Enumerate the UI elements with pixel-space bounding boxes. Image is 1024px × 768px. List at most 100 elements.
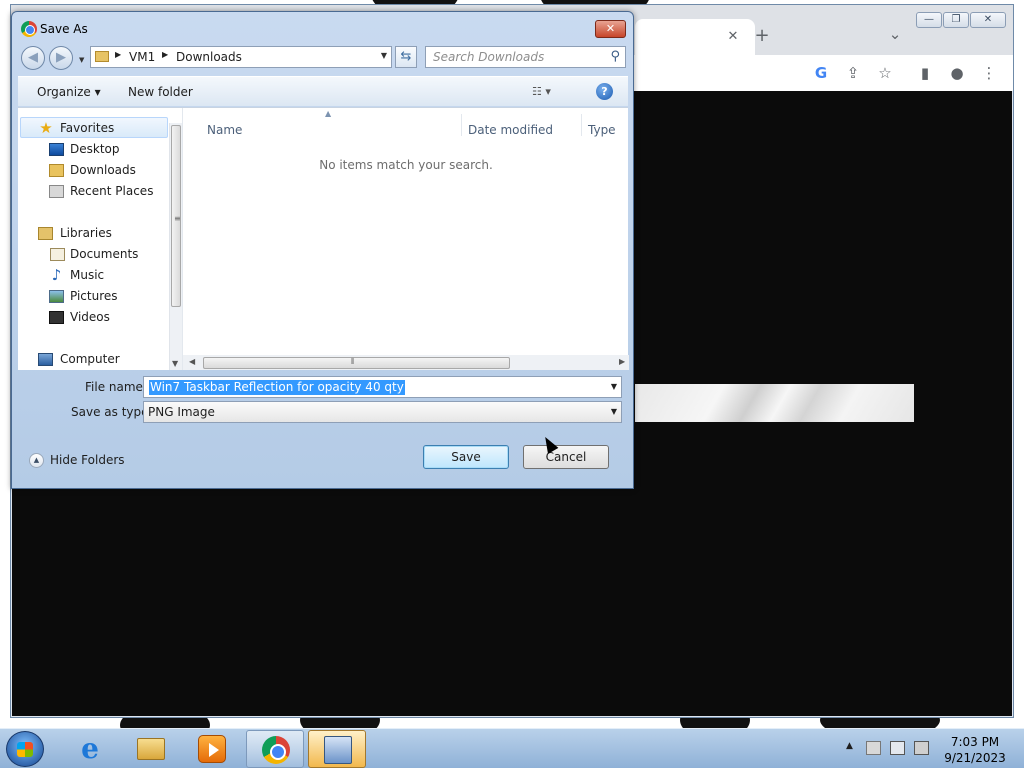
nav-item-music[interactable]: ♪ Music bbox=[18, 265, 168, 286]
nav-item-label: Computer bbox=[60, 352, 120, 366]
nav-item-documents[interactable]: Documents bbox=[18, 244, 168, 265]
clock-time: 7:03 PM bbox=[950, 735, 1000, 749]
videos-icon bbox=[49, 311, 64, 324]
file-name-dropdown-icon[interactable]: ▼ bbox=[611, 382, 617, 391]
search-icon[interactable]: ⚲ bbox=[610, 49, 620, 64]
nav-item-label: Videos bbox=[70, 310, 110, 324]
bookmark-star-icon[interactable]: ☆ bbox=[875, 64, 895, 82]
internet-explorer-icon: e bbox=[81, 732, 99, 765]
window-close-button[interactable]: ✕ bbox=[970, 12, 1006, 28]
desktop-icon bbox=[49, 143, 64, 156]
new-folder-button[interactable]: New folder bbox=[128, 85, 193, 99]
installer-icon bbox=[324, 736, 352, 764]
computer-icon bbox=[38, 353, 53, 366]
network-icon[interactable] bbox=[890, 741, 905, 755]
collapse-icon: ▲ bbox=[29, 453, 44, 468]
nav-item-downloads[interactable]: Downloads bbox=[18, 160, 168, 181]
music-icon: ♪ bbox=[51, 266, 62, 284]
refresh-button[interactable]: ⇆ bbox=[395, 46, 417, 68]
taskbar: e ▲ 7:03 PM 9/21/2023 bbox=[0, 728, 1024, 768]
address-bar[interactable]: ▶ VM1 ▶ Downloads ▼ bbox=[90, 46, 392, 68]
column-divider[interactable] bbox=[581, 114, 582, 136]
minimize-button[interactable]: — bbox=[916, 12, 942, 28]
breadcrumb-downloads[interactable]: Downloads bbox=[176, 50, 242, 64]
taskbar-internet-explorer[interactable]: e bbox=[61, 730, 119, 768]
tab-list-icon[interactable]: ⌄ bbox=[885, 25, 905, 43]
google-chrome-icon bbox=[262, 736, 290, 764]
navigation-scrollbar[interactable]: ≡ ▼ bbox=[169, 123, 182, 370]
profile-icon[interactable]: ● bbox=[947, 64, 967, 82]
nav-item-recent-places[interactable]: Recent Places bbox=[18, 181, 168, 202]
breadcrumb-vm1[interactable]: VM1 bbox=[129, 50, 155, 64]
taskbar-media-player[interactable] bbox=[183, 730, 241, 768]
downloads-folder-icon bbox=[49, 164, 64, 177]
save-as-type-label: Save as type: bbox=[71, 405, 153, 419]
file-name-label: File name: bbox=[85, 380, 147, 394]
help-icon[interactable]: ? bbox=[596, 83, 613, 100]
column-name[interactable]: Name bbox=[207, 123, 242, 137]
save-as-type-select[interactable]: PNG Image ▼ bbox=[143, 401, 622, 423]
browser-tab[interactable]: ✕ bbox=[635, 19, 755, 55]
search-input[interactable]: Search Downloads ⚲ bbox=[425, 46, 626, 68]
google-lens-icon[interactable]: G bbox=[811, 64, 831, 82]
forward-button[interactable]: ▶ bbox=[49, 46, 73, 70]
action-center-icon[interactable] bbox=[866, 741, 881, 755]
dialog-close-button[interactable]: ✕ bbox=[595, 20, 626, 38]
scrollbar-thumb[interactable]: ≡ bbox=[171, 125, 181, 307]
scroll-right-icon[interactable]: ▶ bbox=[619, 357, 625, 366]
recent-locations-dropdown-icon[interactable]: ▼ bbox=[79, 56, 84, 64]
column-date-modified[interactable]: Date modified bbox=[468, 123, 553, 137]
back-button[interactable]: ◀ bbox=[21, 46, 45, 70]
change-view-button[interactable]: ☷ ▾ bbox=[532, 85, 551, 98]
scroll-down-icon[interactable]: ▼ bbox=[172, 359, 178, 368]
taskbar-google-chrome[interactable] bbox=[246, 730, 304, 768]
taskbar-windows-explorer[interactable] bbox=[122, 730, 180, 768]
address-dropdown-icon[interactable]: ▼ bbox=[381, 51, 387, 60]
nav-item-label: Desktop bbox=[70, 142, 120, 156]
save-as-dialog: Save As ✕ ◀ ▶ ▼ ▶ VM1 ▶ Downloads ▼ ⇆ Se… bbox=[11, 11, 634, 489]
grip-icon: ≡ bbox=[174, 214, 181, 223]
file-name-selected-text[interactable]: Win7 Taskbar Reflection for opacity 40 q… bbox=[149, 380, 405, 395]
new-tab-icon[interactable]: + bbox=[752, 27, 772, 45]
nav-item-computer[interactable]: Computer bbox=[18, 349, 168, 370]
start-button[interactable] bbox=[6, 731, 44, 767]
column-type[interactable]: Type bbox=[588, 123, 616, 137]
volume-muted-icon[interactable] bbox=[914, 741, 929, 755]
save-as-type-dropdown-icon[interactable]: ▼ bbox=[611, 407, 617, 416]
clock-date: 9/21/2023 bbox=[944, 751, 1006, 765]
scroll-left-icon[interactable]: ◀ bbox=[189, 357, 195, 366]
clock[interactable]: 7:03 PM 9/21/2023 bbox=[940, 734, 1010, 766]
hide-folders-label: Hide Folders bbox=[50, 453, 125, 467]
nav-item-label: Recent Places bbox=[70, 184, 154, 198]
save-as-type-value: PNG Image bbox=[148, 405, 215, 419]
windows-explorer-icon bbox=[137, 738, 165, 760]
side-panel-icon[interactable]: ▮ bbox=[915, 64, 935, 82]
breadcrumb-separator-icon[interactable]: ▶ bbox=[162, 50, 168, 59]
nav-item-videos[interactable]: Videos bbox=[18, 307, 168, 328]
file-name-input[interactable]: Win7 Taskbar Reflection for opacity 40 q… bbox=[143, 376, 622, 398]
nav-item-pictures[interactable]: Pictures bbox=[18, 286, 168, 307]
nav-item-favorites[interactable]: ★ Favorites bbox=[20, 117, 168, 138]
nav-item-libraries[interactable]: Libraries bbox=[18, 223, 168, 244]
star-icon: ★ bbox=[39, 119, 53, 137]
taskbar-installer[interactable] bbox=[308, 730, 366, 768]
save-button[interactable]: Save bbox=[423, 445, 509, 469]
show-hidden-icons-icon[interactable]: ▲ bbox=[846, 741, 853, 751]
column-divider[interactable] bbox=[461, 114, 462, 136]
reflection-image bbox=[635, 384, 914, 422]
nav-item-label: Music bbox=[70, 268, 105, 282]
share-icon[interactable]: ⇪ bbox=[843, 64, 863, 82]
nav-item-label: Documents bbox=[70, 247, 139, 261]
folder-icon bbox=[95, 51, 109, 62]
restore-button[interactable]: ❐ bbox=[943, 12, 969, 28]
menu-icon[interactable]: ⋮ bbox=[979, 64, 999, 82]
breadcrumb-separator-icon[interactable]: ▶ bbox=[115, 50, 121, 59]
file-list-scrollbar[interactable]: ◀ ⦀ ▶ bbox=[183, 355, 629, 370]
organize-button[interactable]: Organize ▾ bbox=[37, 85, 101, 99]
file-list: ▲ Name Date modified Type No items match… bbox=[182, 108, 629, 370]
cancel-button[interactable]: Cancel bbox=[523, 445, 609, 469]
nav-item-desktop[interactable]: Desktop bbox=[18, 139, 168, 160]
grip-icon: ⦀ bbox=[351, 357, 355, 366]
tab-close-icon[interactable]: ✕ bbox=[723, 28, 743, 46]
scrollbar-thumb[interactable]: ⦀ bbox=[203, 357, 510, 369]
